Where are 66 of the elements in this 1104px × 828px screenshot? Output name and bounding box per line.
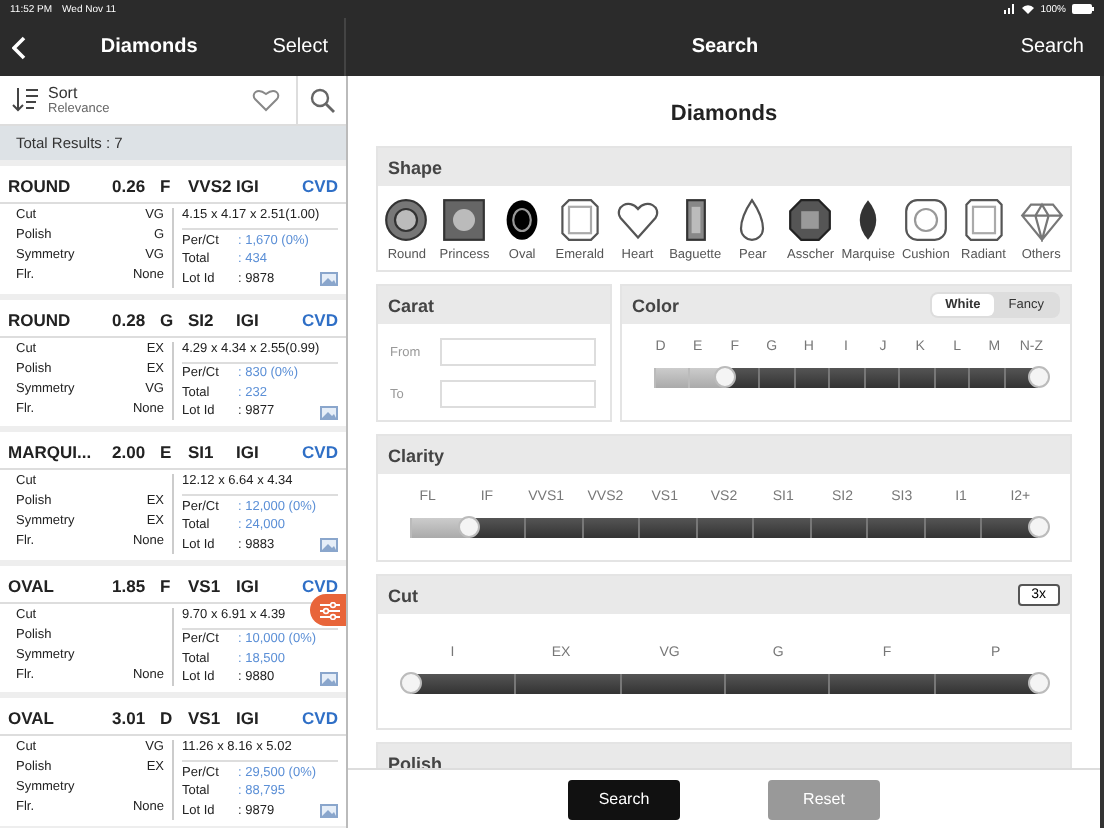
growth-type: CVD [300,575,338,595]
carat-weight: 2.00 [112,442,148,462]
filter-button[interactable] [310,594,346,626]
diamond-shape-icon [1019,198,1064,242]
search-button[interactable]: Search [1020,36,1084,58]
growth-type: CVD [300,708,338,728]
range-slider[interactable] [398,672,1050,696]
heart-icon[interactable] [252,88,280,112]
radiant-shape-icon [961,198,1006,242]
clarity-grade: VS1 [188,575,223,595]
section-title: Carat [388,295,435,315]
nav-title: Diamonds [100,36,198,58]
color-grade: E [160,442,174,462]
back-icon[interactable] [12,35,26,59]
carat-weight: 0.28 [112,309,148,329]
sliders-icon [320,601,340,619]
input-field[interactable] [440,380,596,408]
section-title: Clarity [388,445,445,465]
carat-weight: 1.85 [112,575,148,595]
lab-name: IGI [236,575,261,595]
input-field[interactable] [440,338,596,366]
color-grade: F [160,575,173,595]
clarity-grade: VS1 [188,708,223,728]
lab-name: IGI [236,309,261,329]
section-title: Color [632,295,679,315]
page-title: Diamonds [668,100,780,130]
heart-shape-icon [615,198,660,242]
shape-name: ROUND [8,309,73,329]
section-title: Cut [388,585,418,605]
growth-type: CVD [300,176,338,196]
slider-thumb[interactable] [400,672,422,694]
shape-name: OVAL [8,708,56,728]
clarity-grade: VVS2 [188,176,234,196]
carat-weight: 3.01 [112,708,148,728]
shape-name: MARQUI... [8,442,94,462]
search-button[interactable]: Search [568,779,680,819]
growth-type: CVD [300,309,338,329]
emerald-shape-icon [557,198,602,242]
select-button[interactable]: Select [272,36,328,58]
clarity-grade: SI1 [188,442,216,462]
section-title: Shape [388,157,443,177]
slider-thumb[interactable] [1028,672,1050,694]
signal-icon [1004,4,1017,14]
sort-label[interactable]: Sort [48,84,110,102]
color-grade: F [160,176,173,196]
shape-name: OVAL [8,575,56,595]
color-grade: D [160,708,175,728]
clarity-grade: SI2 [188,309,216,329]
carat-weight: 0.26 [112,176,148,196]
search-icon[interactable] [309,87,335,113]
lab-name: IGI [236,708,261,728]
battery-icon [1072,4,1094,14]
growth-type: CVD [300,442,338,462]
shape-name: ROUND [8,176,73,196]
color-grade: G [160,309,176,329]
nav-title: Search [691,36,759,58]
lab-name: IGI [236,442,261,462]
princess-shape-icon [442,198,487,242]
asscher-shape-icon [788,198,833,242]
slider-thumb[interactable] [1028,366,1050,388]
lab-name: IGI [236,176,261,196]
round-shape-icon [384,198,429,242]
sort-icon[interactable] [12,86,40,114]
slider-thumb[interactable] [1028,516,1050,538]
cushion-shape-icon [903,198,948,242]
wifi-icon [1022,4,1035,14]
